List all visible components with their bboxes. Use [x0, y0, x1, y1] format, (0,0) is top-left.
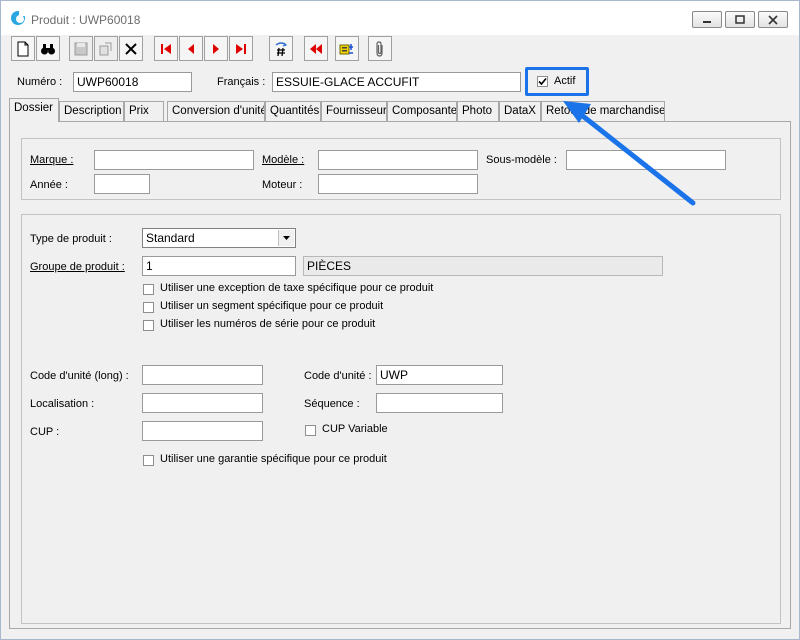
- code-unite-label: Code d'unité :: [304, 370, 372, 382]
- save-disk-icon: [74, 42, 88, 56]
- tab-description[interactable]: Description: [59, 101, 124, 121]
- cup-variable-checkbox[interactable]: [305, 425, 316, 436]
- last-record-button[interactable]: [229, 36, 253, 61]
- localisation-label: Localisation :: [30, 398, 95, 410]
- maximize-icon: [735, 15, 745, 24]
- attachment-button[interactable]: [368, 36, 392, 61]
- numero-field[interactable]: UWP60018: [73, 72, 192, 92]
- numero-label: Numéro :: [17, 76, 63, 88]
- marque-field[interactable]: [94, 150, 254, 170]
- localisation-field[interactable]: [142, 393, 263, 413]
- cup-label: CUP :: [30, 426, 60, 438]
- title-bar: Produit : UWP60018: [1, 1, 799, 35]
- moteur-field[interactable]: [318, 174, 478, 194]
- groupe-produit-code-field[interactable]: 1: [142, 256, 296, 276]
- paperclip-icon: [376, 41, 383, 57]
- sequence-field[interactable]: [376, 393, 503, 413]
- previous-record-button[interactable]: [179, 36, 203, 61]
- sequence-label: Séquence :: [304, 398, 360, 410]
- code-unite-long-label: Code d'unité (long) :: [30, 370, 129, 382]
- tab-fournisseur[interactable]: Fournisseur: [321, 101, 387, 121]
- filter-list-button[interactable]: [335, 36, 359, 61]
- toolbar: [9, 35, 799, 65]
- type-produit-label: Type de produit :: [30, 233, 112, 245]
- first-record-icon: [161, 44, 171, 54]
- numbering-button[interactable]: [269, 36, 293, 61]
- app-logo-icon: [11, 11, 25, 25]
- francais-label: Français :: [217, 76, 266, 88]
- annee-field[interactable]: [94, 174, 150, 194]
- rewind-button[interactable]: [304, 36, 328, 61]
- next-record-icon: [213, 44, 219, 54]
- close-icon: [768, 15, 778, 25]
- tab-prix[interactable]: Prix: [124, 101, 164, 121]
- moteur-label: Moteur :: [262, 179, 303, 191]
- close-button[interactable]: [758, 11, 788, 28]
- type-produit-value: Standard: [146, 231, 195, 245]
- dropdown-arrow-icon[interactable]: [278, 230, 294, 246]
- last-record-icon: [236, 44, 246, 54]
- groupe-produit-label[interactable]: Groupe de produit :: [30, 261, 125, 273]
- minimize-icon: [703, 21, 711, 23]
- tab-conversion-unite[interactable]: Conversion d'unité: [167, 101, 265, 121]
- find-button[interactable]: [36, 36, 60, 61]
- product-group: Type de produit : Standard Groupe de pro…: [21, 214, 781, 624]
- actif-highlight-box: [525, 67, 589, 96]
- save-button[interactable]: [69, 36, 93, 61]
- garantie-label: Utiliser une garantie spécifique pour ce…: [160, 453, 387, 465]
- copy-button[interactable]: [94, 36, 118, 61]
- type-produit-select[interactable]: Standard: [142, 228, 296, 248]
- rewind-icon: [310, 44, 322, 54]
- garantie-checkbox[interactable]: [143, 455, 154, 466]
- delete-button[interactable]: [119, 36, 143, 61]
- description-francais-field[interactable]: ESSUIE-GLACE ACCUFIT: [272, 72, 521, 92]
- modele-label[interactable]: Modèle :: [262, 154, 304, 166]
- dossier-panel: Marque : Modèle : Sous-modèle : Année : …: [9, 121, 791, 629]
- cup-variable-label: CUP Variable: [322, 423, 388, 435]
- code-unite-field[interactable]: UWP: [376, 365, 503, 385]
- maximize-button[interactable]: [725, 11, 755, 28]
- minimize-button[interactable]: [692, 11, 722, 28]
- tab-composante[interactable]: Composante: [387, 101, 457, 121]
- new-button[interactable]: [11, 36, 35, 61]
- numeros-serie-checkbox[interactable]: [143, 320, 154, 331]
- annee-label: Année :: [30, 179, 68, 191]
- tab-photo[interactable]: Photo: [457, 101, 499, 121]
- modele-field[interactable]: [318, 150, 478, 170]
- segment-checkbox[interactable]: [143, 302, 154, 313]
- sous-modele-label: Sous-modèle :: [486, 154, 557, 166]
- previous-record-icon: [188, 44, 194, 54]
- delete-x-icon: [125, 43, 137, 55]
- taxe-exception-label: Utiliser une exception de taxe spécifiqu…: [160, 282, 434, 294]
- numbering-hash-icon: [275, 42, 288, 57]
- tab-retour-marchandise[interactable]: Retour de marchandise: [541, 101, 665, 121]
- vehicle-group: Marque : Modèle : Sous-modèle : Année : …: [21, 138, 781, 200]
- tab-dossier[interactable]: Dossier: [9, 98, 59, 122]
- tab-quantites[interactable]: Quantités: [265, 101, 321, 121]
- window-title: Produit : UWP60018: [31, 13, 141, 27]
- filter-list-icon: [339, 44, 353, 55]
- taxe-exception-checkbox[interactable]: [143, 284, 154, 295]
- marque-label[interactable]: Marque :: [30, 154, 73, 166]
- product-window: Produit : UWP60018 Numéro: UWP60018 Fra…: [0, 0, 800, 640]
- new-document-icon: [17, 41, 29, 57]
- binoculars-icon: [41, 44, 55, 55]
- next-record-button[interactable]: [204, 36, 228, 61]
- first-record-button[interactable]: [154, 36, 178, 61]
- copy-icon: [99, 42, 112, 56]
- groupe-produit-name: PIÈCES: [303, 256, 663, 276]
- tab-datax[interactable]: DataX: [499, 101, 541, 121]
- code-unite-long-field[interactable]: [142, 365, 263, 385]
- cup-field[interactable]: [142, 421, 263, 441]
- segment-label: Utiliser un segment spécifique pour ce p…: [160, 300, 384, 312]
- numeros-serie-label: Utiliser les numéros de série pour ce pr…: [160, 318, 376, 330]
- sous-modele-field[interactable]: [566, 150, 726, 170]
